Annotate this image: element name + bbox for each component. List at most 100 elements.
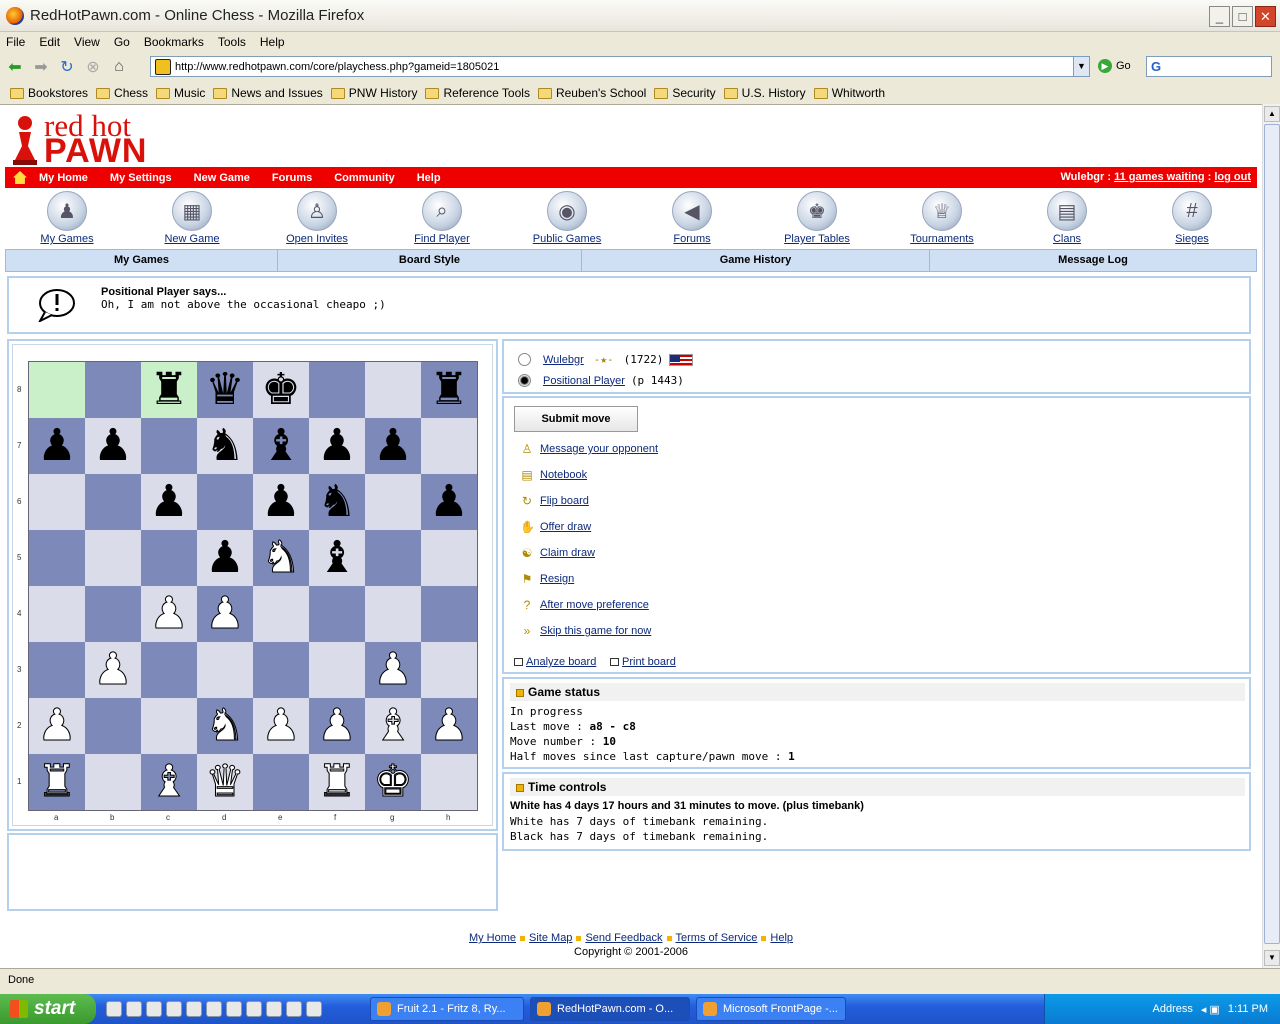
square-f5[interactable]: ♝ (309, 530, 365, 586)
square-g4[interactable] (365, 586, 421, 642)
icon-find-player[interactable]: ⌕ Find Player (402, 189, 482, 245)
bookmark-security[interactable]: Security (654, 86, 716, 100)
square-a1[interactable]: ♜ (29, 754, 85, 810)
quick-launch-icon[interactable] (306, 1001, 322, 1017)
start-button[interactable]: start (0, 994, 96, 1024)
white-king-icon[interactable]: ♚ (373, 759, 413, 804)
home-icon[interactable] (13, 171, 27, 184)
white-queen-icon[interactable]: ♛ (205, 759, 245, 804)
square-a7[interactable]: ♟ (29, 418, 85, 474)
square-d5[interactable]: ♟ (197, 530, 253, 586)
square-h8[interactable]: ♜ (421, 362, 477, 418)
square-d3[interactable] (197, 642, 253, 698)
black-knight-icon[interactable]: ♞ (205, 424, 244, 468)
square-a6[interactable] (29, 474, 85, 530)
action-after-move-preference[interactable]: ? After move preference (520, 598, 649, 612)
analyze-board-link[interactable]: Analyze board (514, 656, 596, 668)
player-black-link[interactable]: Positional Player (543, 375, 625, 387)
square-f3[interactable] (309, 642, 365, 698)
task-frontpage[interactable]: Microsoft FrontPage -... (696, 997, 846, 1021)
close-button[interactable]: ✕ (1255, 6, 1276, 27)
quick-launch-icon[interactable] (146, 1001, 162, 1017)
footer-terms[interactable]: Terms of Service (676, 932, 758, 944)
square-f1[interactable]: ♜ (309, 754, 365, 810)
quick-launch-icon[interactable] (266, 1001, 282, 1017)
square-h6[interactable]: ♟ (421, 474, 477, 530)
vertical-scrollbar[interactable]: ▲ ▼ (1262, 104, 1280, 968)
stop-icon[interactable]: ⊗ (82, 56, 104, 78)
square-f4[interactable] (309, 586, 365, 642)
footer-my-home[interactable]: My Home (469, 932, 516, 944)
white-pawn-icon[interactable]: ♟ (317, 703, 357, 748)
action-notebook[interactable]: ▤ Notebook (520, 468, 587, 482)
black-queen-icon[interactable]: ♛ (205, 368, 244, 412)
square-g2[interactable]: ♝ (365, 698, 421, 754)
bookmark-chess[interactable]: Chess (96, 86, 148, 100)
black-pawn-icon[interactable]: ♟ (373, 424, 412, 468)
white-pawn-icon[interactable]: ♟ (261, 703, 301, 748)
square-b8[interactable] (85, 362, 141, 418)
menu-edit[interactable]: Edit (39, 35, 60, 49)
icon-player-tables[interactable]: ♚ Player Tables (777, 189, 857, 245)
icon-clans[interactable]: ▤ Clans (1027, 189, 1107, 245)
square-d7[interactable]: ♞ (197, 418, 253, 474)
square-c5[interactable] (141, 530, 197, 586)
minimize-button[interactable]: _ (1209, 6, 1230, 27)
square-e8[interactable]: ♚ (253, 362, 309, 418)
black-rook-icon[interactable]: ♜ (429, 368, 468, 412)
square-a5[interactable] (29, 530, 85, 586)
black-king-icon[interactable]: ♚ (261, 368, 300, 412)
square-g1[interactable]: ♚ (365, 754, 421, 810)
quick-launch-icon[interactable] (226, 1001, 242, 1017)
square-d6[interactable] (197, 474, 253, 530)
square-g6[interactable] (365, 474, 421, 530)
square-c6[interactable]: ♟ (141, 474, 197, 530)
white-pawn-icon[interactable]: ♟ (93, 647, 133, 692)
bookmark-bookstores[interactable]: Bookstores (10, 86, 88, 100)
quick-launch-icon[interactable] (106, 1001, 122, 1017)
scroll-thumb[interactable] (1264, 124, 1280, 944)
square-e4[interactable] (253, 586, 309, 642)
footer-site-map[interactable]: Site Map (529, 932, 572, 944)
bookmark-pnw-history[interactable]: PNW History (330, 86, 417, 100)
square-g3[interactable]: ♟ (365, 642, 421, 698)
menu-help[interactable]: Help (260, 35, 285, 49)
square-a8[interactable] (29, 362, 85, 418)
black-pawn-icon[interactable]: ♟ (93, 424, 132, 468)
square-b6[interactable] (85, 474, 141, 530)
icon-new-game[interactable]: ▦ New Game (152, 189, 232, 245)
square-b4[interactable] (85, 586, 141, 642)
white-knight-icon[interactable]: ♞ (261, 535, 301, 580)
action-skip-game[interactable]: » Skip this game for now (520, 624, 652, 638)
black-rook-icon[interactable]: ♜ (149, 368, 188, 412)
menu-tools[interactable]: Tools (218, 35, 246, 49)
square-c4[interactable]: ♟ (141, 586, 197, 642)
task-firefox[interactable]: RedHotPawn.com - O... (530, 997, 690, 1021)
icon-public-games[interactable]: ◉ Public Games (527, 189, 607, 245)
black-knight-icon[interactable]: ♞ (317, 480, 356, 524)
reload-icon[interactable]: ↻ (56, 56, 78, 78)
square-b2[interactable] (85, 698, 141, 754)
nav-community[interactable]: Community (334, 172, 395, 184)
square-h3[interactable] (421, 642, 477, 698)
square-b1[interactable] (85, 754, 141, 810)
black-pawn-icon[interactable]: ♟ (149, 480, 188, 524)
print-board-link[interactable]: Print board (610, 656, 676, 668)
action-message-opponent[interactable]: ♙ Message your opponent (520, 442, 658, 456)
square-h5[interactable] (421, 530, 477, 586)
task-fritz[interactable]: Fruit 2.1 - Fritz 8, Ry... (370, 997, 524, 1021)
square-d2[interactable]: ♞ (197, 698, 253, 754)
action-flip-board[interactable]: ↻ Flip board (520, 494, 589, 508)
quick-launch-icon[interactable] (166, 1001, 182, 1017)
nav-help[interactable]: Help (417, 172, 441, 184)
square-e7[interactable]: ♝ (253, 418, 309, 474)
square-g5[interactable] (365, 530, 421, 586)
nav-my-home[interactable]: My Home (39, 172, 88, 184)
square-d8[interactable]: ♛ (197, 362, 253, 418)
square-f2[interactable]: ♟ (309, 698, 365, 754)
tab-board-style[interactable]: Board Style (278, 250, 582, 271)
chess-board[interactable]: ♜ ♛ ♚ ♜ ♟ ♟ ♞ ♝ ♟ ♟ ♟ ♟ ♞ ♟ ♟ ♞ ♝ ♟ ♟ ♟ ♟ ♟ ♞ ♟ ♟ ♝ ♟ ♜ ♝ ♛ ♜ ♚ (28, 361, 478, 811)
white-pawn-icon[interactable]: ♟ (429, 703, 469, 748)
square-e2[interactable]: ♟ (253, 698, 309, 754)
black-pawn-icon[interactable]: ♟ (37, 424, 76, 468)
